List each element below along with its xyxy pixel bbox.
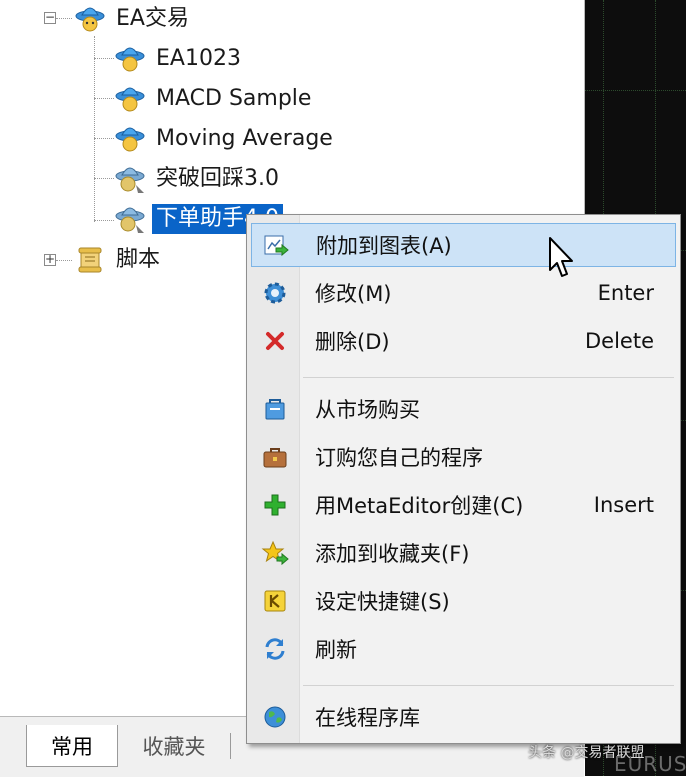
script-scroll-icon [78, 247, 102, 273]
menu-item-add-to-favorites[interactable]: 添加到收藏夹(F) [251, 531, 676, 575]
expert-folder-icon [75, 7, 105, 32]
tree-node-scripts-folder[interactable]: 脚本 [74, 243, 164, 277]
tree-connector [94, 178, 114, 179]
expand-toggle-scripts-folder[interactable]: + [44, 253, 56, 266]
tree-connector [56, 18, 72, 19]
expert-advisor-icon [115, 47, 145, 72]
tree-node-ea-folder[interactable]: EA交易 [74, 2, 193, 36]
menu-item-label: 刷新 [315, 638, 357, 662]
tree-node-label: EA交易 [116, 6, 189, 31]
chart-grid-line [585, 90, 686, 91]
tree-node-expert[interactable]: EA1023 [114, 42, 245, 76]
menu-item-modify[interactable]: 修改(M) Enter [251, 271, 676, 315]
menu-item-label: 用MetaEditor创建(C) [315, 494, 524, 518]
menu-item-label: 添加到收藏夹(F) [315, 542, 470, 566]
tree-connector [94, 36, 95, 222]
attach-to-chart-icon [264, 235, 289, 257]
menu-item-delete[interactable]: 删除(D) Delete [251, 319, 676, 363]
tree-node-label: 脚本 [116, 247, 161, 272]
tree-connector [94, 220, 114, 221]
tree-node-expert[interactable]: Moving Average [114, 122, 337, 156]
globe-icon [264, 706, 286, 728]
menu-item-refresh[interactable]: 刷新 [251, 627, 676, 671]
tree-connector [56, 260, 72, 261]
menu-separator [303, 685, 674, 686]
menu-item-order-program[interactable]: 订购您自己的程序 [251, 435, 676, 479]
tree-node-label: Moving Average [156, 126, 333, 151]
menu-separator [303, 377, 674, 378]
menu-item-online-library[interactable]: 在线程序库 [251, 695, 676, 739]
tab-divider [230, 733, 231, 759]
tree-connector [94, 138, 114, 139]
tree-node-expert[interactable]: MACD Sample [114, 82, 315, 116]
menu-item-set-hotkey[interactable]: 设定快捷键(S) [251, 579, 676, 623]
menu-item-shortcut: Insert [593, 493, 654, 517]
menu-item-label: 附加到图表(A) [316, 234, 452, 258]
menu-item-label: 修改(M) [315, 282, 392, 306]
briefcase-icon [263, 448, 287, 468]
expert-advisor-icon [115, 127, 145, 152]
tree-connector [94, 58, 114, 59]
watermark: 头条 @交易者联盟 [528, 745, 645, 761]
gear-icon [264, 282, 286, 304]
green-plus-icon [264, 494, 286, 516]
tree-node-label: MACD Sample [156, 86, 312, 111]
menu-item-label: 订购您自己的程序 [315, 446, 483, 470]
tree-connector [94, 98, 114, 99]
menu-item-label: 设定快捷键(S) [315, 590, 450, 614]
tab-common[interactable]: 常用 [26, 725, 118, 767]
tab-favorites[interactable]: 收藏夹 [124, 725, 224, 767]
menu-item-label: 在线程序库 [315, 706, 420, 730]
expert-advisor-icon [115, 87, 145, 112]
tree-node-label: EA1023 [156, 46, 241, 71]
expert-advisor-locked-icon [115, 207, 145, 233]
tree-node-label: 突破回踩3.0 [156, 166, 279, 191]
expert-advisor-locked-icon [115, 167, 145, 193]
refresh-icon [265, 638, 285, 660]
delete-x-icon [266, 332, 284, 350]
collapse-toggle-ea-folder[interactable]: − [44, 11, 56, 24]
menu-item-label: 从市场购买 [315, 398, 420, 422]
mouse-cursor-icon [549, 237, 573, 277]
tree-node-expert[interactable]: 突破回踩3.0 [114, 162, 283, 196]
context-menu: 附加到图表(A) 修改(M) Enter 删除(D) Delete 从市场购买 [246, 214, 681, 744]
menu-item-shortcut: Delete [585, 329, 654, 353]
market-bag-icon [265, 399, 285, 420]
menu-item-buy-from-market[interactable]: 从市场购买 [251, 387, 676, 431]
star-icon [261, 540, 289, 566]
menu-item-label: 删除(D) [315, 330, 390, 354]
menu-item-create-in-metaeditor[interactable]: 用MetaEditor创建(C) Insert [251, 483, 676, 527]
menu-item-attach-to-chart[interactable]: 附加到图表(A) [251, 223, 676, 267]
hotkey-k-icon [264, 590, 286, 612]
menu-item-shortcut: Enter [597, 281, 654, 305]
